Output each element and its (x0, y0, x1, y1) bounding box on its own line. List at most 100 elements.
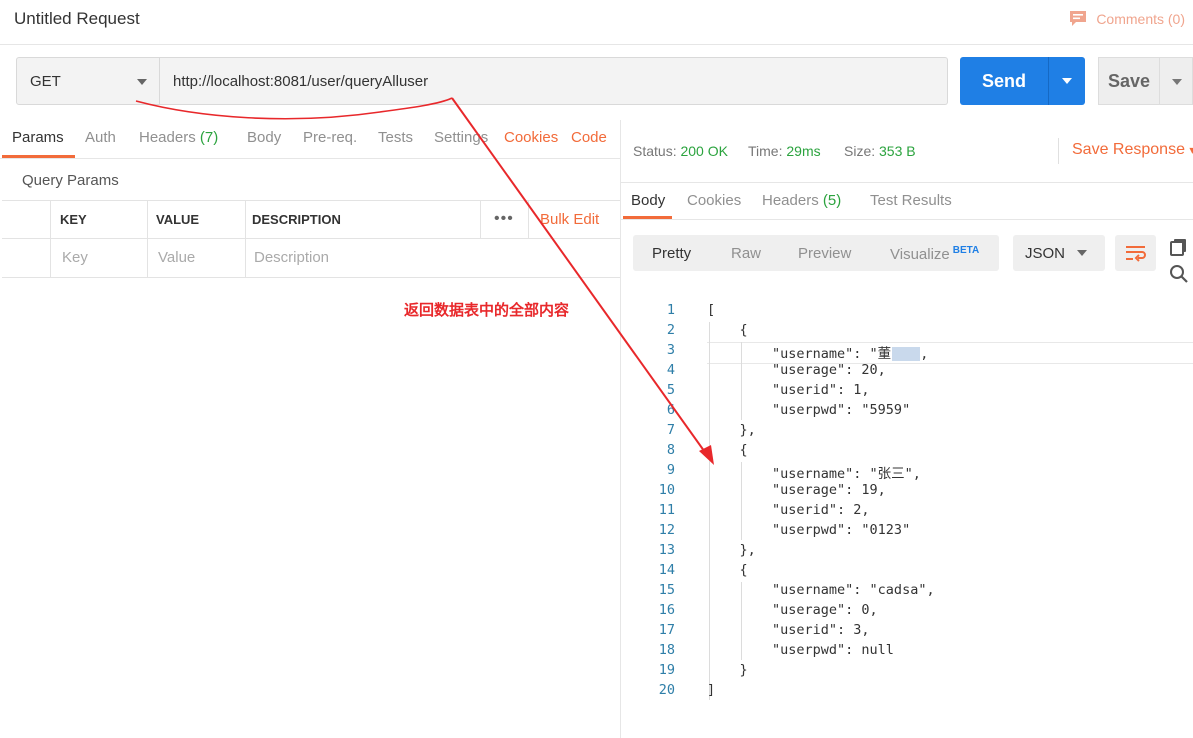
line-number: 13 (658, 542, 675, 558)
wrap-icon (1126, 246, 1146, 262)
format-visualize[interactable]: Visualize BETA (890, 245, 979, 263)
response-tab-body[interactable]: Body (631, 192, 665, 209)
code-line: "userid": 3, (707, 622, 870, 638)
divider (0, 158, 620, 159)
line-number: 16 (658, 602, 675, 618)
send-options-button[interactable] (1048, 57, 1085, 105)
tab-auth[interactable]: Auth (85, 129, 116, 146)
format-preview[interactable]: Preview (798, 245, 851, 262)
tab-body[interactable]: Body (247, 129, 281, 146)
language-select[interactable]: JSON (1013, 235, 1105, 271)
chevron-down-icon (1062, 78, 1072, 84)
tab-pre-request[interactable]: Pre-req. (303, 129, 357, 146)
code-line: "userage": 19, (707, 482, 886, 498)
description-input[interactable]: Description (254, 249, 329, 266)
tab-label: Body (247, 129, 282, 146)
tab-count: (7) (199, 129, 219, 146)
code-line: { (707, 562, 748, 578)
code-link[interactable]: Code (571, 129, 607, 146)
line-number: 5 (666, 382, 675, 398)
annotation-text: 返回数据表中的全部内容 (404, 302, 570, 319)
url-text: http://localhost:8081/user/queryAlluser (173, 73, 429, 90)
line-number: 9 (666, 462, 675, 478)
column-header-value: VALUE (156, 212, 200, 227)
language-label: JSON (1025, 245, 1066, 262)
response-size: Size: 353 B (844, 143, 916, 159)
key-input[interactable]: Key (62, 249, 88, 266)
comments-label: Comments (0) (1096, 11, 1185, 27)
tab-label: Test Results (870, 192, 952, 209)
line-number: 14 (658, 562, 675, 578)
save-response-label: Save Response (1072, 141, 1185, 158)
code-line: "userage": 0, (707, 602, 878, 618)
tab-count: (5) (822, 192, 842, 209)
code-line: ] (707, 682, 716, 698)
copy-icon[interactable] (1169, 237, 1189, 257)
pane-divider[interactable] (620, 120, 621, 738)
format-toggle: Pretty Raw Preview Visualize BETA (633, 235, 999, 271)
code-line: "username": "张三", (707, 466, 921, 482)
send-button[interactable]: Send (960, 57, 1048, 105)
format-raw[interactable]: Raw (731, 245, 761, 262)
value-input[interactable]: Value (158, 249, 195, 266)
tab-label: Cookies (687, 192, 742, 209)
cookies-link[interactable]: Cookies (504, 129, 558, 146)
params-table: KEY VALUE DESCRIPTION ••• Bulk Edit Key … (2, 200, 620, 278)
line-number: 2 (666, 322, 675, 338)
tab-headers[interactable]: Headers (7) (139, 129, 218, 146)
comments-button[interactable]: Comments (0) (1068, 10, 1185, 28)
save-button[interactable]: Save (1098, 57, 1160, 105)
save-response-button[interactable]: Save Response ▾ (1072, 141, 1193, 159)
tab-label: Auth (85, 129, 116, 146)
column-header-key: KEY (60, 212, 87, 227)
query-params-title: Query Params (22, 172, 119, 189)
method-select[interactable]: GET (16, 57, 160, 105)
code-line: "username": "cadsa", (707, 582, 935, 598)
request-title[interactable]: Untitled Request (14, 9, 140, 29)
chevron-down-icon (1172, 79, 1182, 85)
response-tab-headers[interactable]: Headers (5) (762, 192, 841, 209)
code-line: "username": "董, (707, 346, 929, 362)
line-number: 3 (666, 342, 675, 358)
tab-label: Headers (139, 129, 196, 146)
tab-label: Body (631, 192, 666, 209)
line-number: 18 (658, 642, 675, 658)
url-input[interactable]: http://localhost:8081/user/queryAlluser (160, 57, 948, 105)
line-number: 11 (658, 502, 675, 518)
column-header-description: DESCRIPTION (252, 212, 341, 227)
search-icon[interactable] (1169, 264, 1189, 284)
line-number: 4 (666, 362, 675, 378)
divider (0, 44, 1193, 45)
tab-tests[interactable]: Tests (378, 129, 413, 146)
code-line: "userpwd": "5959" (707, 402, 911, 418)
bulk-edit-link[interactable]: Bulk Edit (540, 211, 599, 228)
response-tab-cookies[interactable]: Cookies (687, 192, 741, 209)
tab-settings[interactable]: Settings (434, 129, 488, 146)
code-line: "userpwd": null (707, 642, 894, 658)
tab-label: Headers (762, 192, 819, 209)
line-number: 15 (658, 582, 675, 598)
tab-label: Pre-req. (303, 129, 358, 146)
chevron-down-icon (1077, 250, 1087, 256)
tab-label: Tests (378, 129, 414, 146)
code-line: } (707, 662, 748, 678)
save-options-button[interactable] (1160, 57, 1193, 105)
code-line: { (707, 322, 748, 338)
code-line: }, (707, 422, 756, 438)
response-tab-test-results[interactable]: Test Results (870, 192, 952, 209)
tab-params[interactable]: Params (12, 129, 64, 146)
code-line: "userid": 2, (707, 502, 870, 518)
line-number: 7 (666, 422, 675, 438)
format-pretty[interactable]: Pretty (652, 245, 691, 262)
wrap-lines-button[interactable] (1115, 235, 1156, 271)
code-line: [ (707, 302, 716, 318)
response-body-viewer[interactable]: 1 2 3 4 5 6 7 8 9 10 11 12 13 14 15 16 17 18 19 20 [ { "use… (633, 300, 1193, 720)
divider (621, 219, 1193, 220)
line-number: 19 (658, 662, 675, 678)
line-number: 20 (658, 682, 675, 698)
beta-badge: BETA (952, 245, 980, 256)
response-status: Status: 200 OK (633, 143, 728, 159)
code-line: "userage": 20, (707, 362, 886, 378)
more-options-icon[interactable]: ••• (494, 210, 514, 228)
line-number: 8 (666, 442, 675, 458)
